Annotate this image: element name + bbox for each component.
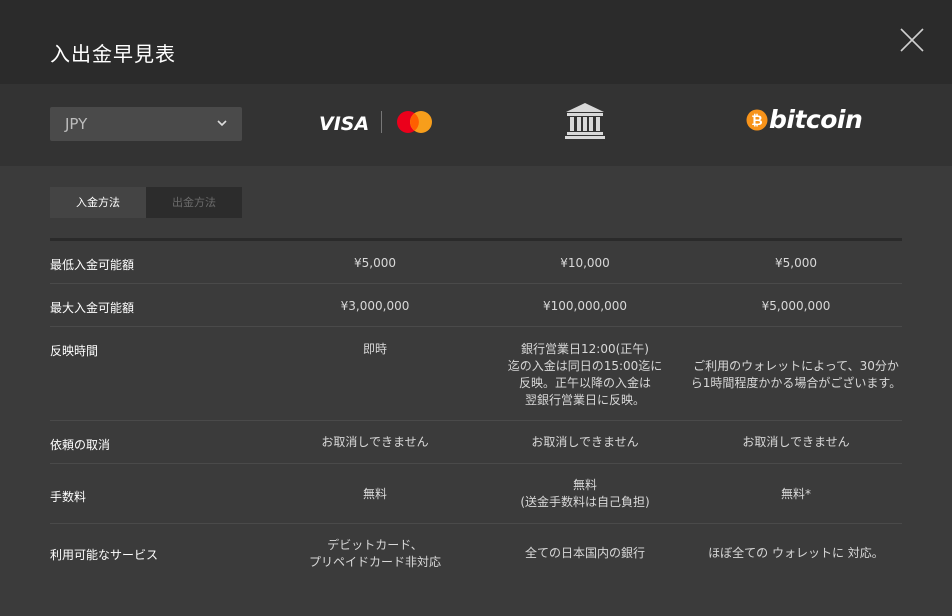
row-label: 最大入金可能額 (50, 301, 135, 315)
visa-logo-text: VISA (319, 113, 369, 134)
svg-text:₿: ₿ (751, 113, 762, 129)
cell-bank: 全ての日本国内の銀行 (524, 546, 645, 560)
chevron-down-icon (217, 120, 227, 127)
row-label: 最低入金可能額 (50, 258, 135, 272)
cell-card: お取消しできません (321, 435, 429, 449)
mastercard-logo (397, 111, 432, 133)
tab-withdraw[interactable]: 出金方法 (146, 187, 242, 218)
cell-bitcoin: ほぼ全ての ウォレットに 対応。 (708, 546, 884, 560)
cell-bank: お取消しできません (531, 435, 639, 449)
cell-bitcoin: ¥5,000,000 (761, 299, 831, 313)
cell-bitcoin: ご利用のウォレットによって、30分か ら1時間程度かかる場合がございます。 (690, 359, 902, 390)
page-title: 入出金早見表 (50, 42, 176, 66)
cell-bitcoin: 無料* (780, 487, 811, 501)
currency-select-value: JPY (65, 115, 88, 133)
modal-header: 入出金早見表 (0, 0, 952, 84)
tab-deposit[interactable]: 入金方法 (50, 187, 146, 218)
currency-select[interactable]: JPY (50, 107, 242, 141)
bitcoin-icon: ₿ (746, 109, 768, 131)
method-tabs: 入金方法 出金方法 (50, 187, 242, 218)
cell-card: ¥3,000,000 (340, 299, 410, 313)
cell-bank: ¥10,000 (560, 256, 610, 270)
bank-icon (565, 103, 605, 139)
table-row-fees: 手数料 無料 無料 (送金手数料は自己負担) 無料* (50, 464, 902, 524)
cell-bank: 銀行営業日12:00(正午) 迄の入金は同日の15:00迄に 反映。正午以降の入… (507, 342, 663, 407)
cell-bank: ¥100,000,000 (543, 299, 627, 313)
cell-card: デビットカード、 プリペイドカード非対応 (308, 538, 441, 569)
table-row-cancellation: 依頼の取消 お取消しできません お取消しできません お取消しできません (50, 421, 902, 464)
close-icon[interactable] (898, 26, 926, 54)
cell-bank: 無料 (送金手数料は自己負担) (520, 478, 650, 509)
table-row-min-deposit: 最低入金可能額 ¥5,000 ¥10,000 ¥5,000 (50, 241, 902, 284)
cell-bitcoin: お取消しできません (742, 435, 850, 449)
cell-bitcoin: ¥5,000 (775, 256, 817, 270)
row-label: 手数料 (50, 490, 87, 504)
table-row-processing-time: 反映時間 即時 銀行営業日12:00(正午) 迄の入金は同日の15:00迄に 反… (50, 327, 902, 421)
cell-card: ¥5,000 (354, 256, 396, 270)
row-label: 反映時間 (50, 344, 99, 358)
cell-card: 無料 (362, 487, 387, 501)
table-row-max-deposit: 最大入金可能額 ¥3,000,000 ¥100,000,000 ¥5,000,0… (50, 284, 902, 327)
cell-card: 即時 (362, 342, 387, 356)
row-label: 利用可能なサービス (50, 548, 159, 562)
row-label: 依頼の取消 (50, 438, 111, 452)
logo-divider (381, 111, 382, 133)
visa-logo: VISA (319, 113, 369, 134)
bitcoin-logo-text: bitcoin (769, 105, 863, 134)
table-row-available-services: 利用可能なサービス デビットカード、 プリペイドカード非対応 全ての日本国内の銀… (50, 524, 902, 584)
